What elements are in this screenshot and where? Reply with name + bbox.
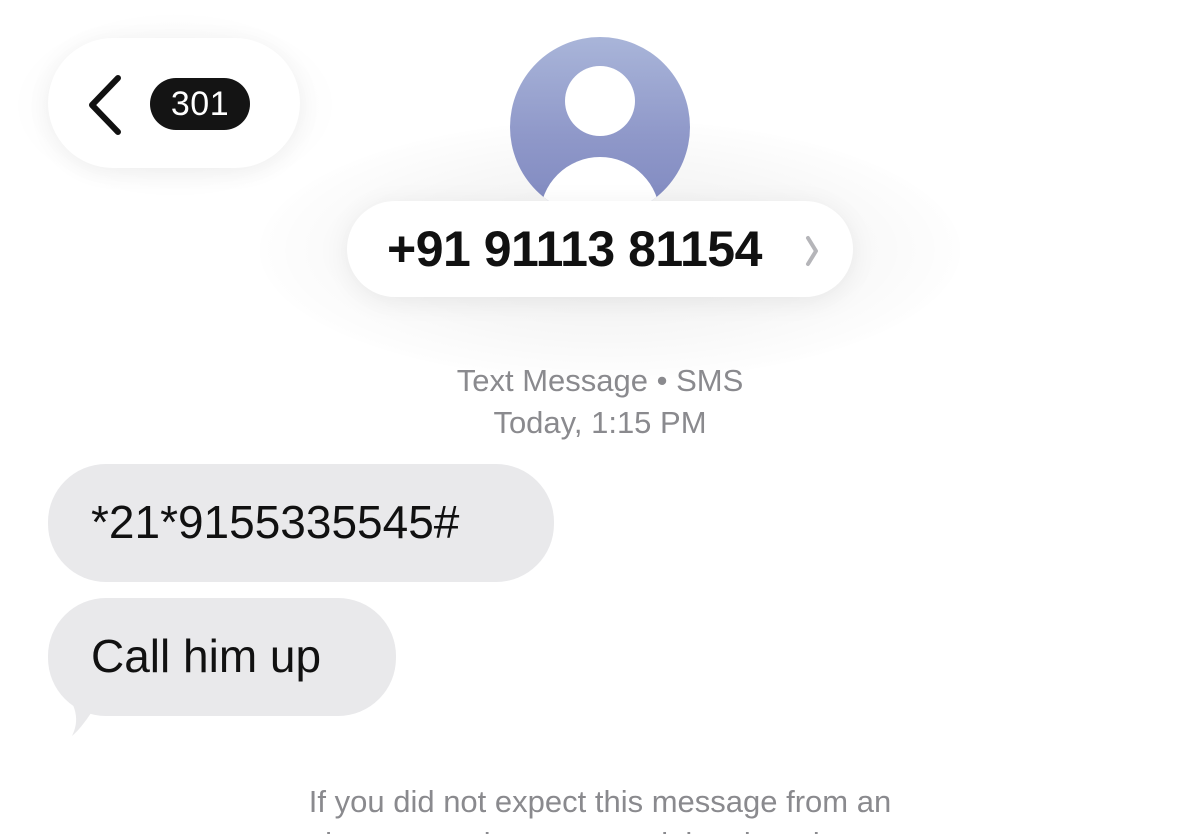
chevron-right-icon[interactable] [804,234,820,268]
unknown-sender-note: If you did not expect this message from … [308,784,892,819]
contact-phone-number[interactable]: +91 91113 81154 [387,220,762,278]
messages-screen: 301 +91 91113 81154 Text Message • SMS T… [0,0,1200,834]
bubble-tail [64,690,106,736]
unknown-sender-note-line2: unknown sender, you can delete it and re… [0,824,1200,834]
incoming-message-bubble[interactable]: *21*9155335545# [48,464,554,582]
chevron-left-icon[interactable] [84,74,126,136]
message-text: Call him up [91,630,322,682]
unread-count-badge[interactable]: 301 [150,78,250,130]
message-timestamp: Today, 1:15 PM [493,405,707,440]
message-text: *21*9155335545# [91,496,460,548]
contact-avatar[interactable] [510,37,690,217]
service-label: Text Message • SMS [456,363,744,398]
person-silhouette-icon [540,66,660,217]
